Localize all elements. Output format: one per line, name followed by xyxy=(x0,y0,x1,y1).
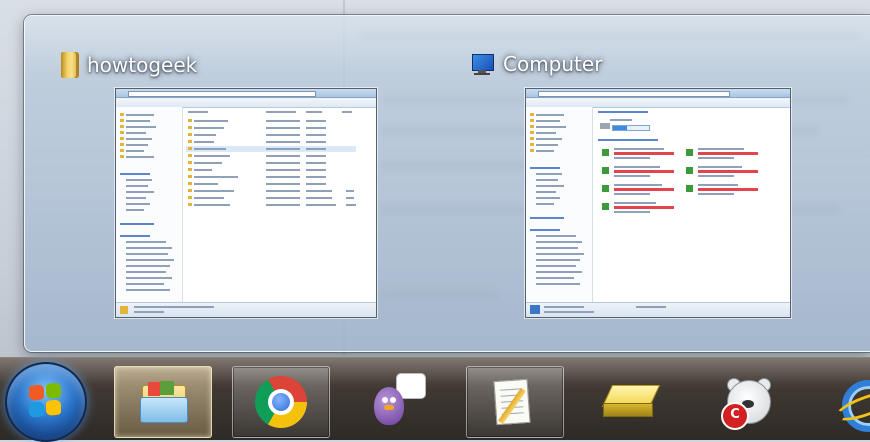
windows-explorer-icon xyxy=(140,381,188,423)
taskbar-notepad-button[interactable] xyxy=(466,366,564,438)
yellow-drive-icon xyxy=(601,383,661,419)
taskbar-bear-app-button[interactable]: C xyxy=(700,366,796,436)
thumbnail-title-label: howtogeek xyxy=(87,53,198,77)
thumbnail-title-label: Computer xyxy=(503,52,603,76)
polar-bear-icon: C xyxy=(721,376,773,430)
thumbnail-status-bar xyxy=(116,302,376,317)
thumbnail-title-howtogeek[interactable]: howtogeek xyxy=(61,52,197,78)
taskbar-pidgin-button[interactable] xyxy=(350,366,446,436)
taskbar-drive-tool-button[interactable] xyxy=(584,366,680,436)
app-badge: C xyxy=(721,402,749,430)
chrome-icon xyxy=(255,376,307,428)
window-thumbnail-howtogeek[interactable] xyxy=(115,88,377,318)
notepad-pencil-icon xyxy=(493,378,535,426)
thumbnail-nav-pane xyxy=(116,107,183,303)
computer-icon xyxy=(469,53,495,75)
windows-logo-icon xyxy=(29,382,63,420)
taskbar: C xyxy=(0,357,870,442)
thumbnail-nav-pane xyxy=(526,107,593,303)
thumbnail-title-computer[interactable]: Computer xyxy=(469,52,602,76)
pidgin-icon xyxy=(370,373,426,429)
window-thumbnail-computer[interactable] xyxy=(525,88,791,318)
folder-icon xyxy=(61,52,79,78)
taskbar-explorer-button[interactable] xyxy=(114,366,212,438)
internet-explorer-icon xyxy=(832,380,870,432)
taskbar-ie-button[interactable] xyxy=(818,366,870,436)
start-button[interactable] xyxy=(5,362,87,442)
thumbnail-status-bar xyxy=(526,302,790,317)
taskbar-chrome-button[interactable] xyxy=(232,366,330,438)
taskbar-thumbnail-preview-panel: howtogeek Computer xyxy=(24,15,870,352)
